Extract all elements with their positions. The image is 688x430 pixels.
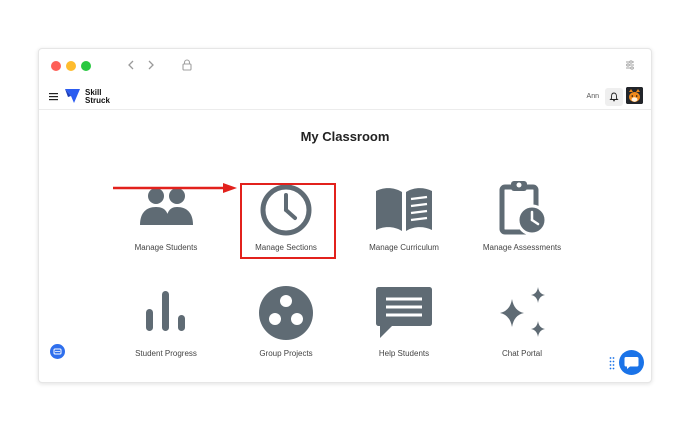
- user-name[interactable]: Ann: [587, 93, 599, 100]
- book-icon: [376, 188, 432, 231]
- sparkles-icon: [500, 287, 545, 337]
- tile-manage-students[interactable]: Manage Students: [111, 185, 221, 275]
- tile-label-group-projects: Group Projects: [259, 349, 313, 358]
- logo-line-struck: Struck: [85, 96, 110, 105]
- forward-arrow-icon[interactable]: [144, 58, 158, 72]
- page-title: My Classroom: [300, 129, 390, 144]
- notifications-button[interactable]: [605, 88, 623, 106]
- chat-widget-button[interactable]: [619, 350, 644, 375]
- group-circle-icon: [259, 286, 313, 340]
- tile-label-chat-portal: Chat Portal: [501, 349, 543, 358]
- clipboard-clock-icon: [499, 181, 548, 236]
- browser-titlebar: [39, 49, 651, 83]
- app-logo-text[interactable]: Skill Struck: [85, 89, 110, 105]
- app-header: Skill Struck Ann: [39, 85, 651, 110]
- tile-label-student-progress: Student Progress: [135, 349, 197, 358]
- minimize-window-button[interactable]: [66, 61, 76, 71]
- maximize-window-button[interactable]: [81, 61, 91, 71]
- bar-chart-icon: [146, 291, 185, 331]
- tile-manage-assessments[interactable]: Manage Assessments: [467, 179, 577, 269]
- chat-widget-icon: [624, 357, 639, 369]
- tile-help-students[interactable]: Help Students: [349, 285, 459, 375]
- skillstruck-logo-icon[interactable]: [64, 88, 82, 104]
- lock-icon: [182, 59, 192, 71]
- highlight-box: [240, 183, 336, 259]
- accessibility-widget-button[interactable]: [50, 344, 65, 359]
- back-arrow-icon[interactable]: [124, 58, 138, 72]
- tile-label-help-students: Help Students: [378, 349, 430, 358]
- tile-student-progress[interactable]: Student Progress: [111, 287, 221, 377]
- tile-label-manage-curriculum: Manage Curriculum: [369, 243, 439, 252]
- chat-bubble-icon: [376, 287, 432, 338]
- browser-window: Skill Struck Ann My Classroom Manage Stu…: [38, 48, 652, 383]
- avatar-fox-icon: [626, 87, 643, 104]
- user-avatar[interactable]: [626, 87, 643, 104]
- tile-group-projects[interactable]: Group Projects: [231, 285, 341, 375]
- annotation-arrow-icon: [113, 183, 237, 193]
- tile-label-manage-assessments: Manage Assessments: [482, 243, 562, 252]
- tile-label-manage-students: Manage Students: [134, 243, 198, 252]
- tile-manage-curriculum[interactable]: Manage Curriculum: [349, 185, 459, 275]
- hamburger-menu-icon[interactable]: [49, 92, 58, 101]
- bell-icon: [609, 92, 619, 102]
- tile-chat-portal[interactable]: Chat Portal: [467, 285, 577, 375]
- widget-icon: [53, 348, 62, 355]
- drag-handle-icon[interactable]: [609, 356, 615, 370]
- settings-sliders-icon[interactable]: [623, 58, 637, 72]
- close-window-button[interactable]: [51, 61, 61, 71]
